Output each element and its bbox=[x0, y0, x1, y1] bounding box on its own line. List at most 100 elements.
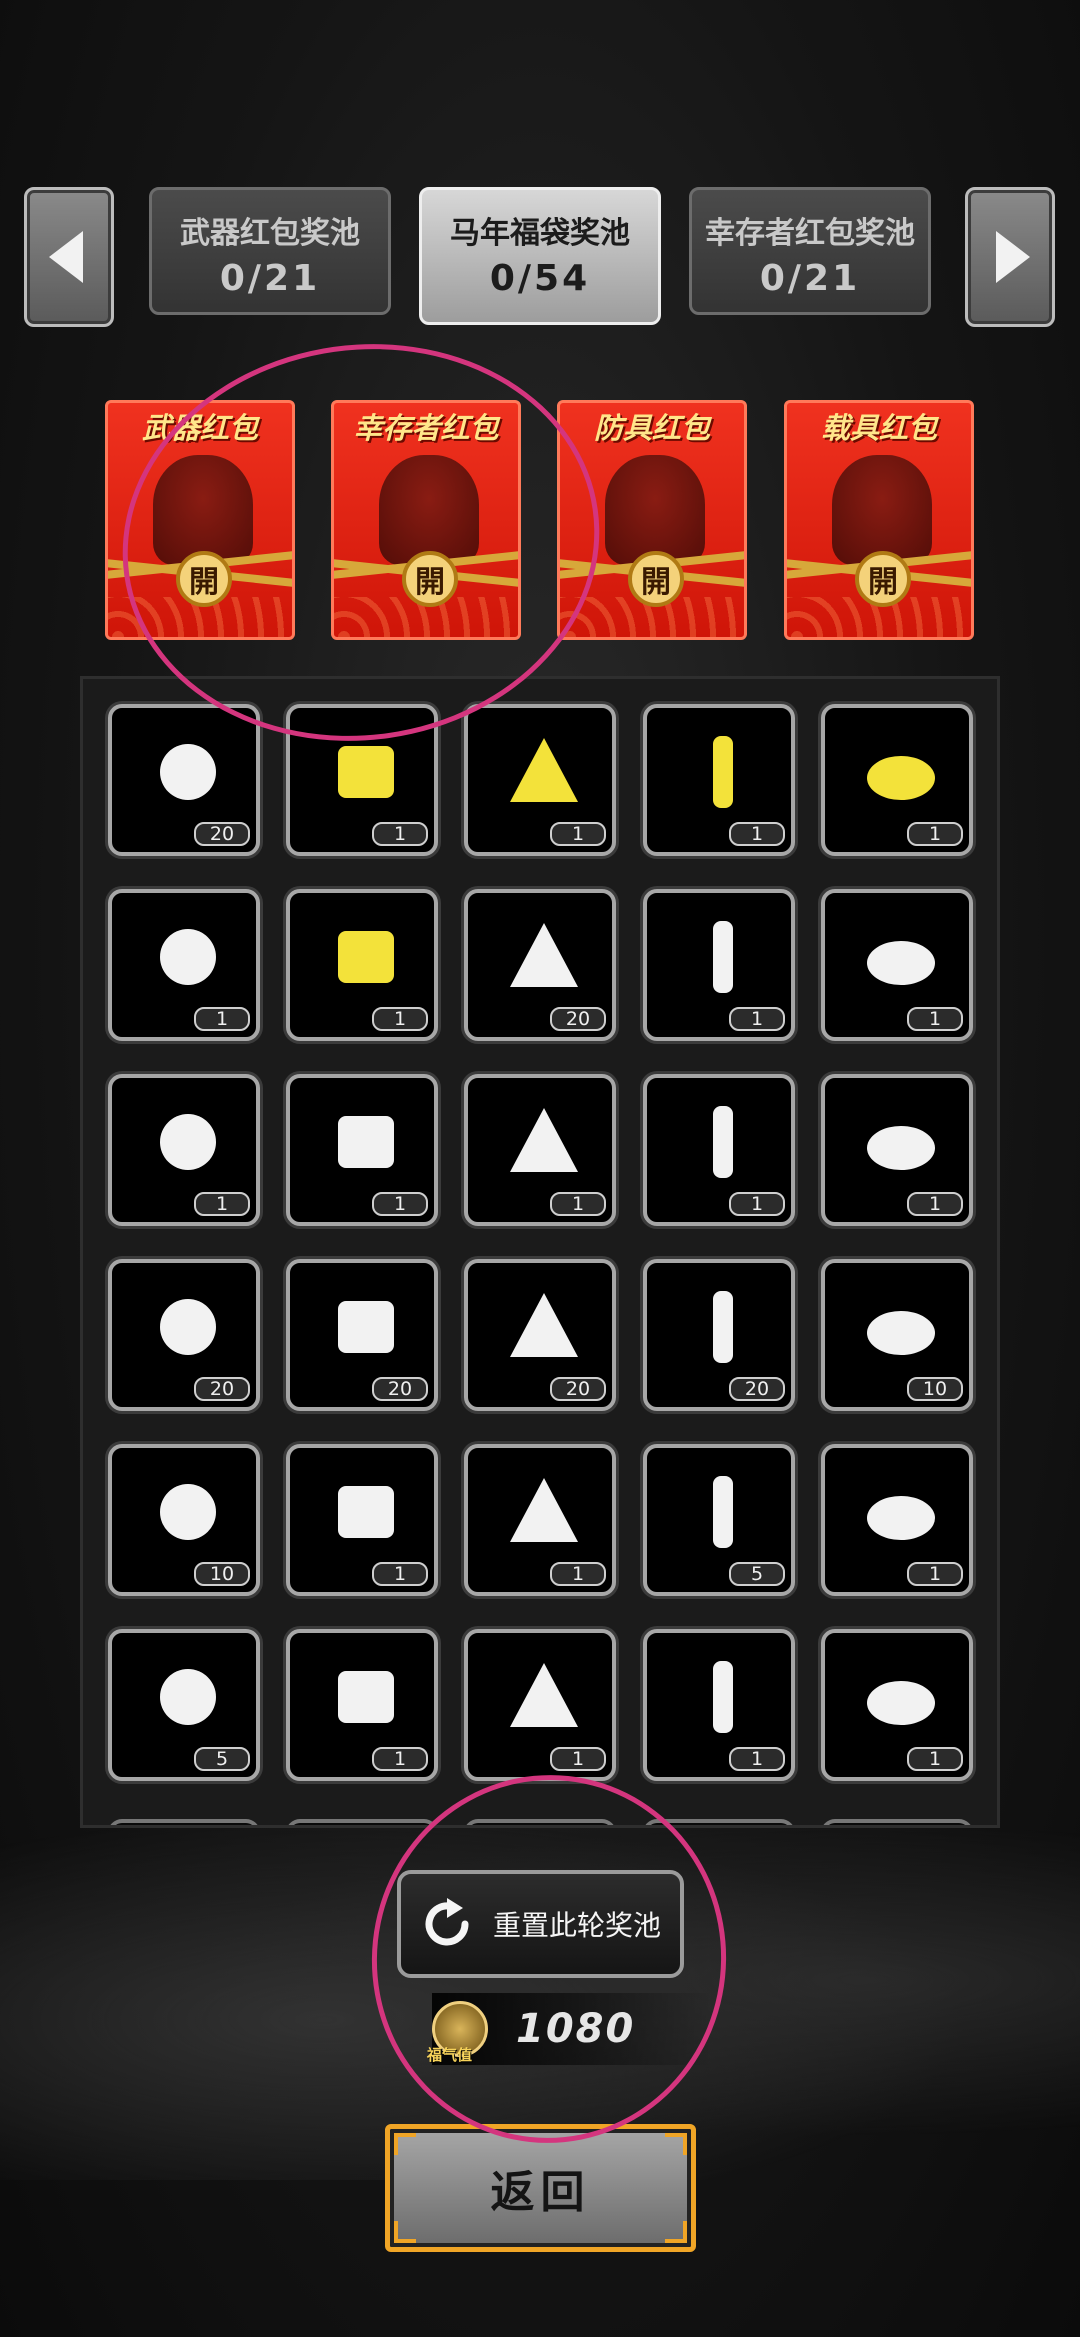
sugar-bowl-icon bbox=[320, 1096, 412, 1188]
tab-survivor-pool[interactable]: 幸存者红包奖池 0/21 bbox=[689, 187, 931, 315]
back-button[interactable]: 返回 bbox=[385, 2124, 696, 2252]
item-count-badge: 1 bbox=[907, 1747, 963, 1771]
skewers-icon bbox=[320, 1651, 412, 1743]
reward-item[interactable]: 1 bbox=[821, 1444, 973, 1596]
packet-title: 载具红包 bbox=[820, 411, 937, 445]
vase-icon bbox=[855, 911, 947, 1003]
reward-item[interactable]: 10 bbox=[108, 1444, 260, 1596]
reward-item[interactable]: 1 bbox=[643, 889, 795, 1041]
red-packet-weapon[interactable]: 武器红包 開 bbox=[105, 400, 295, 640]
reward-item[interactable]: 20 bbox=[108, 704, 260, 856]
tab-weapon-pool[interactable]: 武器红包奖池 0/21 bbox=[149, 187, 391, 315]
mesh-dome-icon bbox=[142, 1651, 234, 1743]
item-count-badge: 1 bbox=[907, 1007, 963, 1031]
gold-sticks-icon bbox=[320, 911, 412, 1003]
red-packet-vehicle[interactable]: 载具红包 開 bbox=[784, 400, 974, 640]
fuel-can-icon bbox=[498, 1281, 590, 1373]
tab-horse-year-pool[interactable]: 马年福袋奖池 0/54 bbox=[419, 187, 661, 325]
item-count-badge: 1 bbox=[550, 822, 606, 846]
reward-item[interactable]: 1 bbox=[643, 704, 795, 856]
reward-item[interactable]: 5 bbox=[643, 1444, 795, 1596]
tab-name: 幸存者红包奖池 bbox=[705, 216, 915, 251]
fortune-value: 1080 bbox=[516, 2006, 636, 2052]
reward-item[interactable]: 20 bbox=[286, 1259, 438, 1411]
packet-title: 防具红包 bbox=[593, 411, 710, 445]
tab-name: 马年福袋奖池 bbox=[450, 216, 630, 251]
reward-item[interactable]: 1 bbox=[821, 704, 973, 856]
item-count-badge: 20 bbox=[194, 1377, 250, 1401]
prev-pool-button[interactable] bbox=[24, 187, 114, 327]
item-count-badge: 1 bbox=[550, 1747, 606, 1771]
reward-item[interactable]: 1 bbox=[643, 1074, 795, 1226]
item-count-badge: 1 bbox=[729, 1747, 785, 1771]
tab-count: 0/21 bbox=[759, 258, 861, 299]
vehicle-image bbox=[832, 455, 932, 565]
tab-count: 0/54 bbox=[489, 258, 591, 299]
open-seal: 開 bbox=[855, 551, 911, 607]
reward-item[interactable]: 10 bbox=[821, 1259, 973, 1411]
reward-item[interactable]: 1 bbox=[464, 1629, 616, 1781]
item-count-badge: 20 bbox=[550, 1007, 606, 1031]
reward-grid[interactable]: 20 1 1 1 1 1 1 20 1 1 1 1 1 1 1 20 20 20 20 10 10 1 1 5 1 5 1 1 1 1 bbox=[80, 676, 1000, 1828]
back-label: 返回 bbox=[490, 2167, 591, 2218]
reward-item[interactable]: 1 bbox=[286, 704, 438, 856]
weapon-image bbox=[153, 455, 253, 565]
item-count-badge: 20 bbox=[550, 1377, 606, 1401]
reset-pool-label: 重置此轮奖池 bbox=[493, 1909, 662, 1942]
refresh-icon bbox=[425, 1898, 469, 1946]
ring-icon bbox=[142, 1096, 234, 1188]
glue-tube-icon bbox=[142, 726, 234, 818]
reset-pool-button[interactable]: 重置此轮奖池 bbox=[397, 1870, 684, 1978]
drink-glass-icon bbox=[320, 1466, 412, 1558]
reward-item[interactable]: 1 bbox=[821, 1629, 973, 1781]
item-count-badge: 1 bbox=[729, 822, 785, 846]
tab-count: 0/21 bbox=[219, 258, 321, 299]
reward-item[interactable]: 1 bbox=[464, 704, 616, 856]
open-seal: 開 bbox=[628, 551, 684, 607]
item-count-badge: 1 bbox=[550, 1192, 606, 1216]
reward-item[interactable]: 1 bbox=[108, 889, 260, 1041]
item-count-badge: 1 bbox=[729, 1007, 785, 1031]
reward-item[interactable]: 20 bbox=[643, 1259, 795, 1411]
arrow-left-icon bbox=[49, 231, 83, 283]
food-bowl-icon bbox=[677, 1096, 769, 1188]
reward-item[interactable]: 20 bbox=[464, 889, 616, 1041]
reward-item[interactable]: 1 bbox=[643, 1629, 795, 1781]
coffee-cup-icon bbox=[498, 1096, 590, 1188]
reward-item[interactable]: 1 bbox=[821, 1074, 973, 1226]
item-count-badge: 10 bbox=[194, 1562, 250, 1586]
fortune-label: 福气值 bbox=[427, 2046, 473, 2064]
reward-item[interactable]: 5 bbox=[108, 1629, 260, 1781]
item-count-badge: 1 bbox=[907, 1192, 963, 1216]
red-packet-armor[interactable]: 防具红包 開 bbox=[557, 400, 747, 640]
lemonade-icon bbox=[855, 1466, 947, 1558]
item-count-badge: 1 bbox=[907, 822, 963, 846]
reward-item[interactable]: 1 bbox=[286, 1074, 438, 1226]
net-icon bbox=[677, 1466, 769, 1558]
red-packet-survivor[interactable]: 幸存者红包 開 bbox=[331, 400, 521, 640]
item-count-badge: 20 bbox=[194, 822, 250, 846]
reward-item[interactable]: 1 bbox=[286, 1444, 438, 1596]
reward-item[interactable]: 1 bbox=[286, 1629, 438, 1781]
item-count-badge: 1 bbox=[907, 1562, 963, 1586]
reward-item[interactable]: 20 bbox=[464, 1259, 616, 1411]
open-seal: 開 bbox=[402, 551, 458, 607]
item-count-badge: 1 bbox=[372, 1562, 428, 1586]
cloth-icon bbox=[142, 911, 234, 1003]
armor-image bbox=[605, 455, 705, 565]
next-pool-button[interactable] bbox=[965, 187, 1055, 327]
bottle-icon bbox=[855, 1651, 947, 1743]
survivor-image bbox=[379, 455, 479, 565]
reward-item[interactable]: 1 bbox=[108, 1074, 260, 1226]
item-count-badge: 1 bbox=[372, 1007, 428, 1031]
item-count-badge: 1 bbox=[372, 1192, 428, 1216]
reward-item[interactable]: 1 bbox=[821, 889, 973, 1041]
item-count-badge: 1 bbox=[729, 1192, 785, 1216]
reward-item[interactable]: 20 bbox=[108, 1259, 260, 1411]
item-count-badge: 5 bbox=[194, 1747, 250, 1771]
reward-item[interactable]: 1 bbox=[464, 1444, 616, 1596]
reward-item[interactable]: 1 bbox=[286, 889, 438, 1041]
bullet-icon bbox=[320, 1281, 412, 1373]
reward-item[interactable]: 1 bbox=[464, 1074, 616, 1226]
wood-planks-icon bbox=[677, 726, 769, 818]
